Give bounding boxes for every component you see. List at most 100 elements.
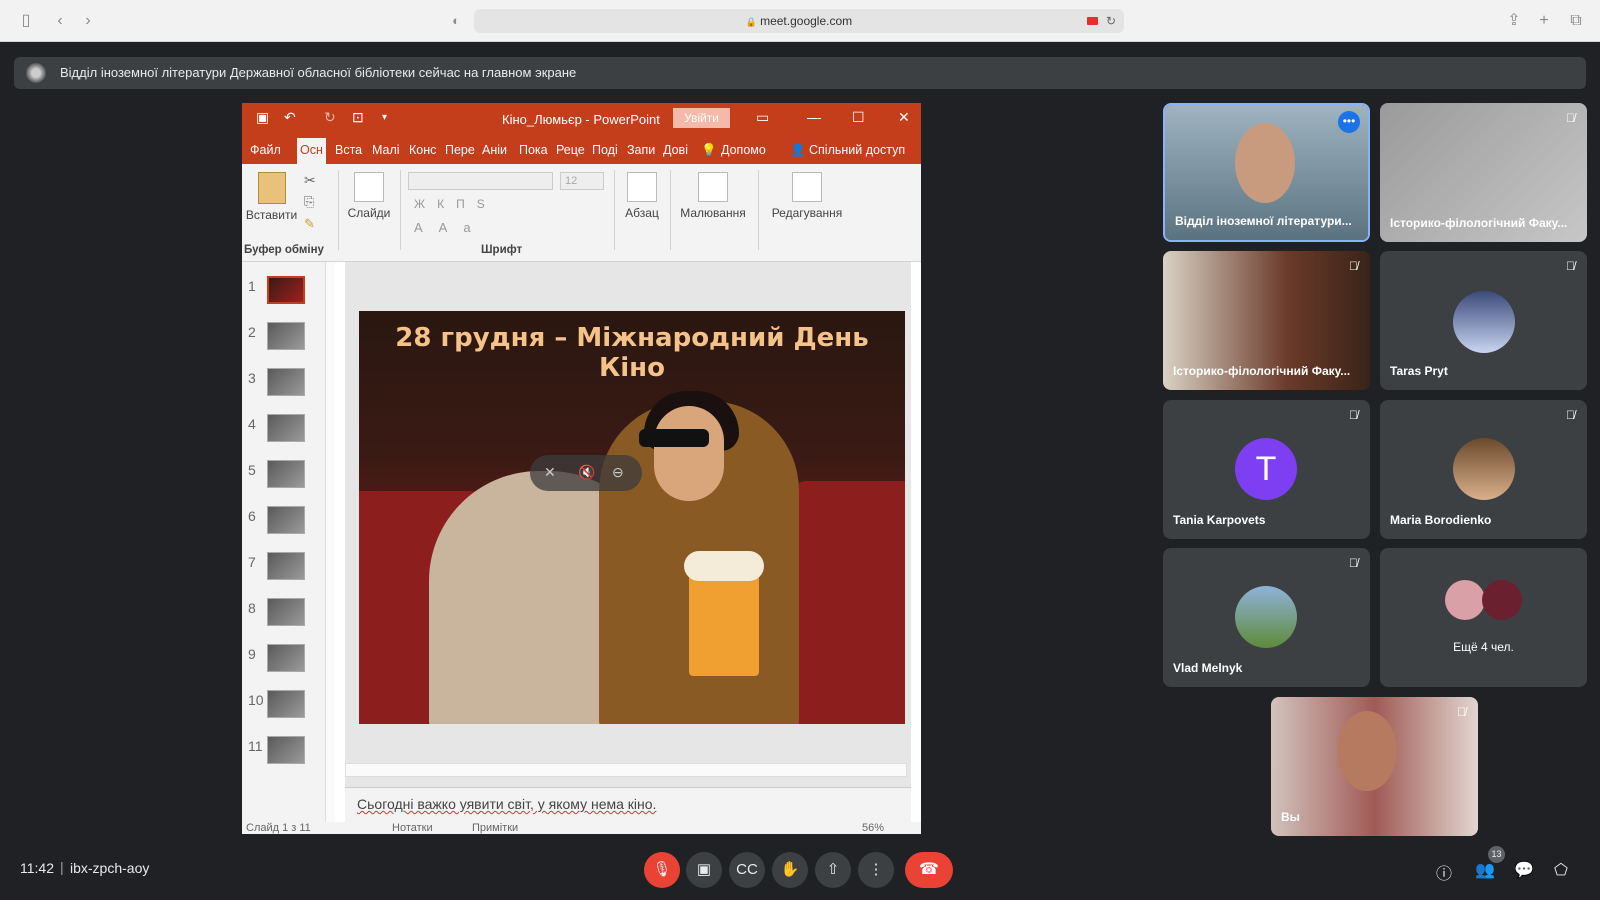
participant-tile[interactable]: 🎙̸ Історико-філологічний Факу...: [1163, 251, 1370, 390]
copy-icon: ⎘: [304, 194, 315, 209]
reload-icon[interactable]: ↻: [1106, 9, 1116, 33]
save-icon: ▣: [256, 109, 270, 125]
ppt-ribbon: Вставити ✂ ⎘ ✎ Буфер обміну Слайди 12 ЖК…: [242, 164, 921, 262]
editing-label: Редагування: [771, 206, 843, 220]
cinema-seat: [789, 481, 905, 724]
slide-thumbnail: [267, 276, 305, 304]
slide-number: 5: [248, 462, 256, 478]
ppt-title-bar: ▣ ↶ ↻ ⊡ ▾ Кіно_Люмьєр - PowerPoint Увійт…: [242, 103, 921, 135]
notes-button: Нотатки: [392, 822, 433, 834]
lightbulb-icon: 💡: [701, 143, 717, 157]
hang-up-button[interactable]: ☎: [905, 852, 953, 888]
drawing-icon: [698, 172, 728, 202]
font-format-buttons: ЖКПS: [414, 197, 497, 211]
participant-tile[interactable]: ••• Відділ іноземної літератури...: [1163, 103, 1370, 242]
captions-button[interactable]: CC: [729, 852, 765, 888]
ppt-tab: Поді: [592, 143, 618, 157]
raise-hand-button[interactable]: ✋: [772, 852, 808, 888]
ribbon-separator: [338, 170, 339, 250]
slide-number: 7: [248, 554, 256, 570]
font-group-label: Шрифт: [481, 244, 523, 256]
participant-name: Вы: [1281, 810, 1300, 824]
more-options-icon[interactable]: •••: [1338, 111, 1360, 133]
meeting-code: ibx-zpch-aoy: [70, 860, 150, 876]
forward-icon[interactable]: ›: [78, 11, 98, 31]
participant-name: Taras Pryt: [1390, 364, 1448, 378]
avatar: [1453, 438, 1515, 500]
mic-off-button[interactable]: 🎙: [644, 852, 680, 888]
activities-icon[interactable]: ⬠: [1554, 860, 1568, 880]
new-tab-icon[interactable]: +: [1534, 11, 1554, 31]
participant-tile[interactable]: T 🎙̸ Tania Karpovets: [1163, 400, 1370, 539]
ppt-login-button: Увійти: [673, 108, 730, 128]
paragraph-label: Абзац: [625, 206, 659, 220]
paragraph-group: Абзац: [620, 172, 664, 220]
editing-group: Редагування: [762, 172, 852, 220]
ppt-tab-active: Осн: [297, 138, 326, 164]
avatar: [1445, 580, 1485, 620]
tabs-overview-icon[interactable]: ⧉: [1566, 11, 1586, 31]
remove-icon[interactable]: ⊖: [612, 464, 624, 481]
ppt-tab: Аніи: [482, 143, 507, 157]
pin-off-icon[interactable]: ✕: [544, 464, 556, 481]
present-button[interactable]: ⇧: [815, 852, 851, 888]
clock: 11:42: [20, 860, 54, 876]
ppt-ribbon-tabs: Файл Осн Вста Малі Конс Пере Аніи Пока Р…: [242, 135, 921, 164]
participant-tile[interactable]: 🎙̸ Vlad Melnyk: [1163, 548, 1370, 687]
participant-name: Історико-філологічний Факу...: [1390, 216, 1568, 230]
paragraph-icon: [627, 172, 657, 202]
slide-thumbnail: [267, 598, 305, 626]
clipboard-group-label: Буфер обміну: [244, 244, 324, 256]
participant-tile[interactable]: 🎙̸ Taras Pryt: [1380, 251, 1587, 390]
more-options-button[interactable]: ⋮: [858, 852, 894, 888]
slide-title: 28 грудня – Міжнародний День Кіно: [395, 323, 869, 383]
share-icon[interactable]: ⇪: [1504, 11, 1524, 31]
popcorn-box: [684, 551, 764, 676]
comments-button: Примітки: [472, 822, 519, 834]
presenting-banner: Відділ іноземної літератури Державної об…: [14, 57, 1586, 89]
ppt-tab: Пока: [519, 143, 548, 157]
paste-group: Вставити: [244, 172, 299, 222]
browser-toolbar: ▯ ‹ › ◐ 🔒 meet.google.com ↻ ⇪ + ⧉: [0, 0, 1600, 42]
undo-icon: ↶: [284, 109, 296, 125]
address-bar[interactable]: 🔒 meet.google.com ↻: [474, 9, 1124, 33]
ppt-help: Допомо: [721, 143, 766, 157]
self-view-tile[interactable]: 🎙̸ Вы: [1271, 697, 1478, 836]
camera-recording-icon[interactable]: [1087, 17, 1098, 25]
slide-thumbnails: 1 2 3 4 5 6 7 8 9 10 11: [242, 262, 335, 822]
avatar: [1482, 580, 1522, 620]
more-participants-tile[interactable]: Ещё 4 чел.: [1380, 548, 1587, 687]
ribbon-display-icon: ▭: [756, 109, 770, 125]
current-slide: 28 грудня – Міжнародний День Кіно: [359, 311, 905, 724]
participant-tile[interactable]: 🎙̸ Історико-філологічний Факу...: [1380, 103, 1587, 242]
people-icon[interactable]: 👥: [1475, 860, 1495, 880]
3d-glasses: [639, 429, 709, 447]
search-icon: [792, 172, 822, 202]
participant-tile[interactable]: 🎙̸ Maria Borodienko: [1380, 400, 1587, 539]
paste-label: Вставити: [245, 208, 298, 222]
info-icon[interactable]: ⓘ: [1436, 860, 1452, 884]
notes-text: Сьогодні важко уявити світ, у якому нема…: [357, 796, 657, 812]
maximize-icon: ☐: [852, 109, 865, 125]
chat-icon[interactable]: 💬: [1514, 860, 1534, 880]
slide-number: 10: [248, 692, 264, 708]
sidebar-toggle-icon[interactable]: ▯: [16, 11, 36, 31]
camera-button[interactable]: ▣: [686, 852, 722, 888]
ppt-tab: Вста: [335, 143, 363, 157]
lock-icon: 🔒: [745, 17, 758, 27]
slide-thumbnail: [267, 414, 305, 442]
banner-text: Відділ іноземної літератури Державної об…: [60, 65, 577, 80]
slide-number: 8: [248, 600, 256, 616]
cut-icon: ✂: [304, 172, 316, 188]
person-video: [1235, 123, 1295, 203]
back-icon[interactable]: ‹: [50, 11, 70, 31]
ppt-status-bar: Слайд 1 з 11 Нотатки Примітки 56%: [242, 822, 921, 834]
slide-horizontal-scrollbar: [345, 763, 907, 777]
avatar: T: [1235, 438, 1297, 500]
participant-name: Відділ іноземної літератури...: [1175, 214, 1352, 228]
mute-off-icon[interactable]: 🔇: [578, 464, 595, 481]
slide-counter: Слайд 1 з 11: [246, 822, 311, 834]
mic-off-icon: 🎙̸: [1349, 408, 1358, 422]
ppt-tab: Реце: [556, 143, 585, 157]
shield-icon[interactable]: ◐: [446, 11, 466, 31]
